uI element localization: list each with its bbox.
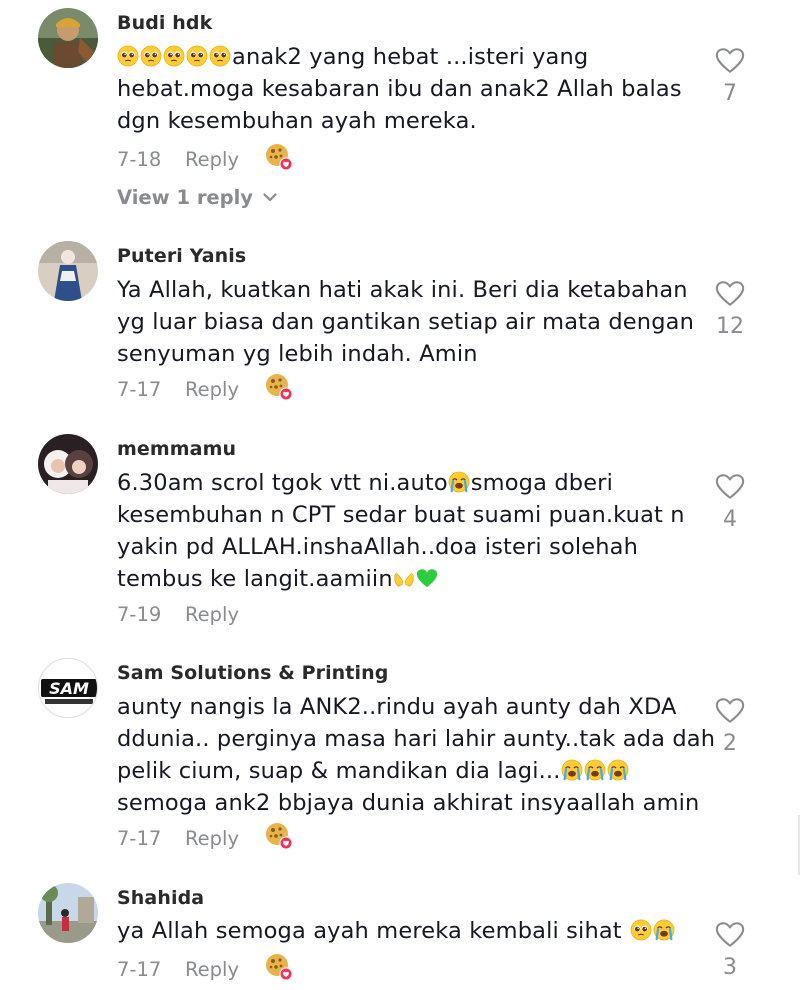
comment-text-line: dgn kesembuhan ayah mereka. xyxy=(117,108,477,134)
comment-text-line: ddunia.. perginya masa hari lahir aunty.… xyxy=(117,726,716,752)
view-replies-button[interactable]: View 1 reply xyxy=(117,186,277,209)
username[interactable]: Puteri Yanis xyxy=(117,245,246,267)
reply-button[interactable]: Reply xyxy=(185,148,239,171)
reply-button[interactable]: Reply xyxy=(185,603,239,626)
comment-text-line: ya Allah semoga ayah mereka kembali siha… xyxy=(117,918,676,944)
comment-text-line: senyuman yg lebih indah. Amin xyxy=(117,341,478,367)
company-logo: SAM xyxy=(39,659,97,717)
like-button[interactable]: 3 xyxy=(712,921,748,980)
cookie-heart-icon[interactable] xyxy=(264,142,294,172)
comment-text: pelik cium, suap & mandikan dia lagi... xyxy=(117,758,561,784)
username[interactable]: memmamu xyxy=(117,438,236,460)
reply-button[interactable]: Reply xyxy=(185,378,239,401)
loudly-crying-face-emoji-icon xyxy=(584,759,606,781)
comment-text-line: semoga ank2 bbjaya dunia akhirat insyaal… xyxy=(117,790,700,816)
like-count: 4 xyxy=(723,507,737,532)
reply-button[interactable]: Reply xyxy=(185,827,239,850)
cookie-heart-icon[interactable] xyxy=(264,821,294,851)
palms-up-together-emoji-icon xyxy=(393,567,415,589)
avatar[interactable]: SAM xyxy=(38,658,98,718)
comment-text: ya Allah semoga ayah mereka kembali siha… xyxy=(117,918,622,944)
comment-text-line: hebat.moga kesabaran ibu dan anak2 Allah… xyxy=(117,76,682,102)
loudly-crying-face-emoji-icon xyxy=(448,471,470,493)
avatar[interactable] xyxy=(38,8,98,68)
pleading-face-emoji-icon xyxy=(117,45,139,67)
avatar-photo-icon xyxy=(38,8,98,68)
username[interactable]: Shahida xyxy=(117,887,204,909)
heart-outline-icon[interactable] xyxy=(715,921,745,948)
avatar-photo-icon xyxy=(38,883,98,943)
like-count: 12 xyxy=(716,314,744,339)
comment-text-line: yg luar biasa dan gantikan setiap air ma… xyxy=(117,309,694,335)
username[interactable]: Sam Solutions & Printing xyxy=(117,662,388,684)
comment-text-line: anak2 yang hebat ...isteri yang xyxy=(117,44,588,70)
pleading-face-emoji-icon xyxy=(186,45,208,67)
like-count: 2 xyxy=(723,731,737,756)
comment-text-line: pelik cium, suap & mandikan dia lagi... xyxy=(117,758,630,784)
like-button[interactable]: 2 xyxy=(712,697,748,756)
comment-text: 6.30am scrol tgok vtt ni.auto xyxy=(117,470,448,496)
comment-text-line: kesembuhan n CPT sedar buat suami puan.k… xyxy=(117,502,685,528)
green-heart-emoji-icon xyxy=(416,567,438,589)
pleading-face-emoji-icon xyxy=(209,45,231,67)
comment-date: 7-17 xyxy=(117,827,162,850)
comment-text: smoga dberi xyxy=(470,470,613,496)
cookie-heart-icon[interactable] xyxy=(264,372,294,402)
avatar-photo-icon xyxy=(38,434,98,494)
comment-date: 7-18 xyxy=(117,148,162,171)
comment-text-line: 6.30am scrol tgok vtt ni.auto smoga dberi xyxy=(117,470,613,496)
comment-text-line: aunty nangis la ANK2..rindu ayah aunty d… xyxy=(117,694,677,720)
comment-text: anak2 yang hebat ...isteri yang xyxy=(232,44,589,70)
comment-text: tembus ke langit.aamiin xyxy=(117,566,393,592)
like-button[interactable]: 7 xyxy=(712,47,748,106)
chevron-down-icon xyxy=(263,193,277,202)
comment-text-line: Ya Allah, kuatkan hati akak ini. Beri di… xyxy=(117,277,688,303)
like-button[interactable]: 12 xyxy=(712,280,748,339)
avatar-photo-icon xyxy=(38,241,98,301)
reply-button[interactable]: Reply xyxy=(185,958,239,981)
like-count: 3 xyxy=(723,955,737,980)
loudly-crying-face-emoji-icon xyxy=(561,759,583,781)
loudly-crying-face-emoji-icon xyxy=(653,919,675,941)
pleading-face-emoji-icon xyxy=(140,45,162,67)
logo-text: SAM xyxy=(49,679,89,698)
heart-outline-icon[interactable] xyxy=(715,47,745,74)
pleading-face-emoji-icon xyxy=(630,919,652,941)
like-button[interactable]: 4 xyxy=(712,473,748,532)
username[interactable]: Budi hdk xyxy=(117,12,212,34)
loudly-crying-face-emoji-icon xyxy=(607,759,629,781)
avatar[interactable] xyxy=(38,241,98,301)
comment-text-line: tembus ke langit.aamiin xyxy=(117,566,439,592)
view-replies-label: View 1 reply xyxy=(117,186,254,209)
comment-date: 7-19 xyxy=(117,603,162,626)
like-count: 7 xyxy=(723,81,737,106)
heart-outline-icon[interactable] xyxy=(715,473,745,500)
avatar[interactable] xyxy=(38,434,98,494)
comment-date: 7-17 xyxy=(117,958,162,981)
comment-date: 7-17 xyxy=(117,378,162,401)
heart-outline-icon[interactable] xyxy=(715,280,745,307)
heart-outline-icon[interactable] xyxy=(715,697,745,724)
avatar[interactable] xyxy=(38,883,98,943)
comment-text-line: yakin pd ALLAH.inshaAllah..doa isteri so… xyxy=(117,534,639,560)
pleading-face-emoji-icon xyxy=(163,45,185,67)
cookie-heart-icon[interactable] xyxy=(264,952,294,982)
